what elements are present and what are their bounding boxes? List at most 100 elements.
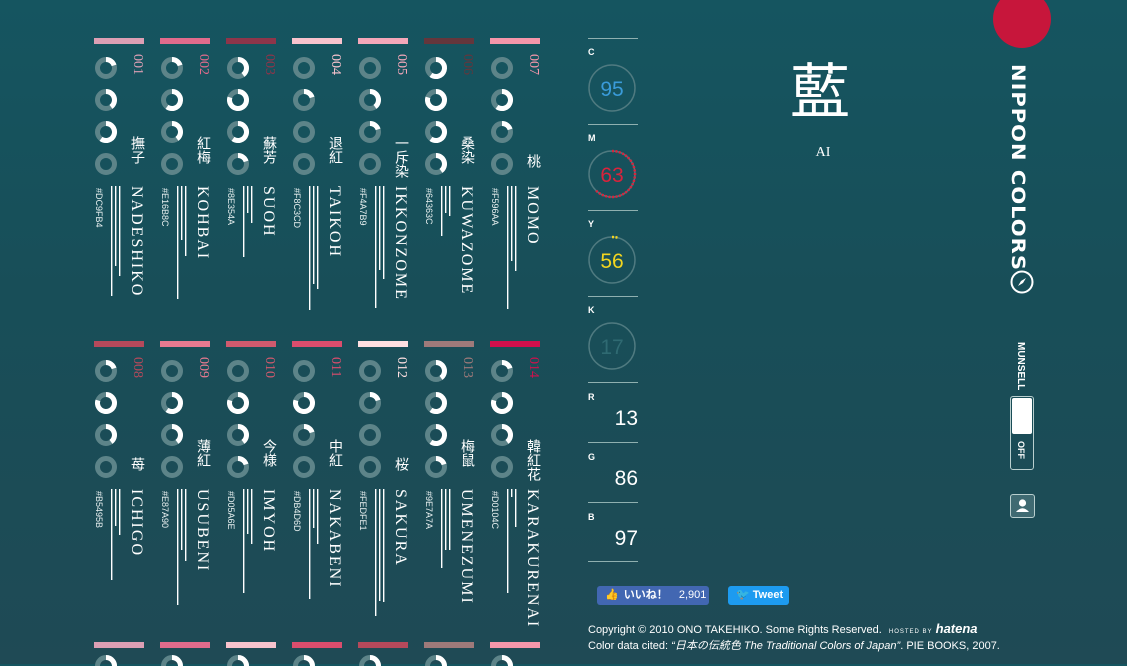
color-number: 005 [394, 54, 408, 75]
color-swatch-row3[interactable] [226, 642, 276, 648]
color-card-taikoh[interactable]: 004退紅TAIKOH#F8C3CD [292, 38, 342, 318]
color-swatch [226, 341, 276, 347]
cmyk-channel-label: M [588, 133, 596, 143]
divider [588, 38, 638, 39]
color-swatch-row3[interactable] [358, 642, 408, 648]
color-swatch [358, 341, 408, 347]
rgb-bars [308, 489, 322, 619]
rgb-channel-label: G [588, 452, 595, 462]
rgb-bars [506, 489, 520, 619]
color-swatch [226, 38, 276, 44]
color-hex: #DB4D6D [292, 491, 302, 532]
toggle-knob[interactable] [1012, 398, 1032, 434]
brand-logo-circle[interactable] [993, 0, 1053, 50]
like-count: 2,901 [679, 589, 707, 601]
cmyk-donuts [94, 52, 124, 182]
color-hex: #B5495B [94, 491, 104, 528]
color-kanji: 桜 [392, 457, 410, 471]
hatena-logo[interactable]: hatena [936, 621, 978, 636]
color-romaji: SAKURA [391, 489, 409, 567]
cmyk-donuts [358, 52, 388, 182]
cmyk-donuts [292, 52, 322, 182]
divider [588, 502, 638, 503]
munsell-toggle[interactable]: OFF [1010, 396, 1034, 470]
cmyk-donut-row3 [226, 654, 256, 666]
color-hex: #8E354A [226, 188, 236, 225]
color-romaji: MOMO [523, 186, 541, 246]
toggle-state-label: OFF [1016, 441, 1026, 459]
color-card-kuwazome[interactable]: 006桑染KUWAZOME#64363C [424, 38, 474, 318]
tweet-button[interactable]: 🐦 Tweet [728, 586, 789, 605]
rgb-bars [374, 489, 388, 619]
cmyk-donut-row3 [292, 654, 322, 666]
color-swatch-row3[interactable] [292, 642, 342, 648]
color-swatch-row3[interactable] [94, 642, 144, 648]
color-hex: #D05A6E [226, 491, 236, 530]
thumbs-up-icon: 👍 [605, 589, 619, 601]
color-card-suoh[interactable]: 003蘇芳SUOH#8E354A [226, 38, 276, 318]
color-card-umenezumi[interactable]: 013梅鼠UMENEZUMI#9E7A7A [424, 341, 474, 621]
rgb-bars [176, 489, 190, 619]
cmyk-donut-row3 [490, 654, 520, 666]
color-hex: #9E7A7A [424, 491, 434, 529]
color-romaji: KUWAZOME [457, 186, 475, 295]
divider [588, 442, 638, 443]
color-romaji: UMENEZUMI [457, 489, 475, 605]
cmyk-donuts [226, 52, 256, 182]
cmyk-donuts [160, 355, 190, 485]
footer-copyright-line: Copyright © 2010 ONO TAKEHIKO. Some Righ… [588, 621, 978, 636]
color-card-ikkonzome[interactable]: 005一斥染IKKONZOME#F4A7B9 [358, 38, 408, 318]
color-hex: #FEDFE1 [358, 491, 368, 531]
color-swatch [292, 38, 342, 44]
divider [588, 124, 638, 125]
brand-title[interactable]: NIPPON COLORS [1008, 64, 1028, 271]
color-kanji: 一斥染 [392, 136, 410, 178]
color-swatch [424, 341, 474, 347]
cited-title: “日本の伝統色 The Traditional Colors of Japan” [671, 640, 900, 652]
color-swatch [292, 341, 342, 347]
rgb-bars [176, 186, 190, 316]
color-card-sakura[interactable]: 012桜SAKURA#FEDFE1 [358, 341, 408, 621]
color-romaji: TAIKOH [325, 186, 343, 258]
user-button[interactable] [1010, 494, 1035, 518]
rgb-bars [440, 186, 454, 316]
color-swatch-row3[interactable] [490, 642, 540, 648]
cmyk-value: 95 [600, 78, 623, 101]
cmyk-donuts [490, 355, 520, 485]
color-card-momo[interactable]: 007桃MOMO#F596AA [490, 38, 540, 318]
color-card-imyoh[interactable]: 010今様IMYOH#D05A6E [226, 341, 276, 621]
compass-icon[interactable] [1010, 270, 1034, 294]
selected-color-kanji: 藍 [790, 58, 850, 128]
color-hex: #F596AA [490, 188, 500, 226]
cmyk-donuts [490, 52, 520, 182]
color-swatch-row3[interactable] [160, 642, 210, 648]
cmyk-gauge-k: 17 [588, 320, 638, 372]
rgb-bars [242, 186, 256, 316]
cmyk-donut-row3 [160, 654, 190, 666]
munsell-label: MUNSELL [1015, 342, 1026, 390]
twitter-bird-icon: 🐦 [736, 589, 750, 601]
color-card-usubeni[interactable]: 009薄紅USUBENI#E87A90 [160, 341, 210, 621]
color-card-nadeshiko[interactable]: 001撫子NADESHIKO#DC9FB4 [94, 38, 144, 318]
cmyk-donuts [160, 52, 190, 182]
color-number: 001 [130, 54, 144, 75]
color-hex: #D0104C [490, 491, 500, 529]
color-number: 006 [460, 54, 474, 75]
color-swatch-row3[interactable] [424, 642, 474, 648]
cmyk-donuts [424, 355, 454, 485]
color-card-nakabeni[interactable]: 011中紅NAKABENI#DB4D6D [292, 341, 342, 621]
cmyk-donuts [226, 355, 256, 485]
color-card-ichigo[interactable]: 008苺ICHIGO#B5495B [94, 341, 144, 621]
facebook-like-button[interactable]: 👍 いいね！ 2,901 [597, 586, 709, 605]
cmyk-donut-row3 [358, 654, 388, 666]
color-kanji: 中紅 [326, 439, 344, 467]
color-kanji: 撫子 [128, 136, 146, 164]
color-card-karakurenai[interactable]: 014韓紅花KARAKURENAI#D0104C [490, 341, 540, 621]
color-card-kohbai[interactable]: 002紅梅KOHBAI#E16B8C [160, 38, 210, 318]
cmyk-channel-label: K [588, 305, 595, 315]
cmyk-donut-row3 [94, 654, 124, 666]
color-number: 007 [526, 54, 540, 75]
color-hex: #DC9FB4 [94, 188, 104, 228]
color-swatch [94, 38, 144, 44]
color-hex: #64363C [424, 188, 434, 225]
